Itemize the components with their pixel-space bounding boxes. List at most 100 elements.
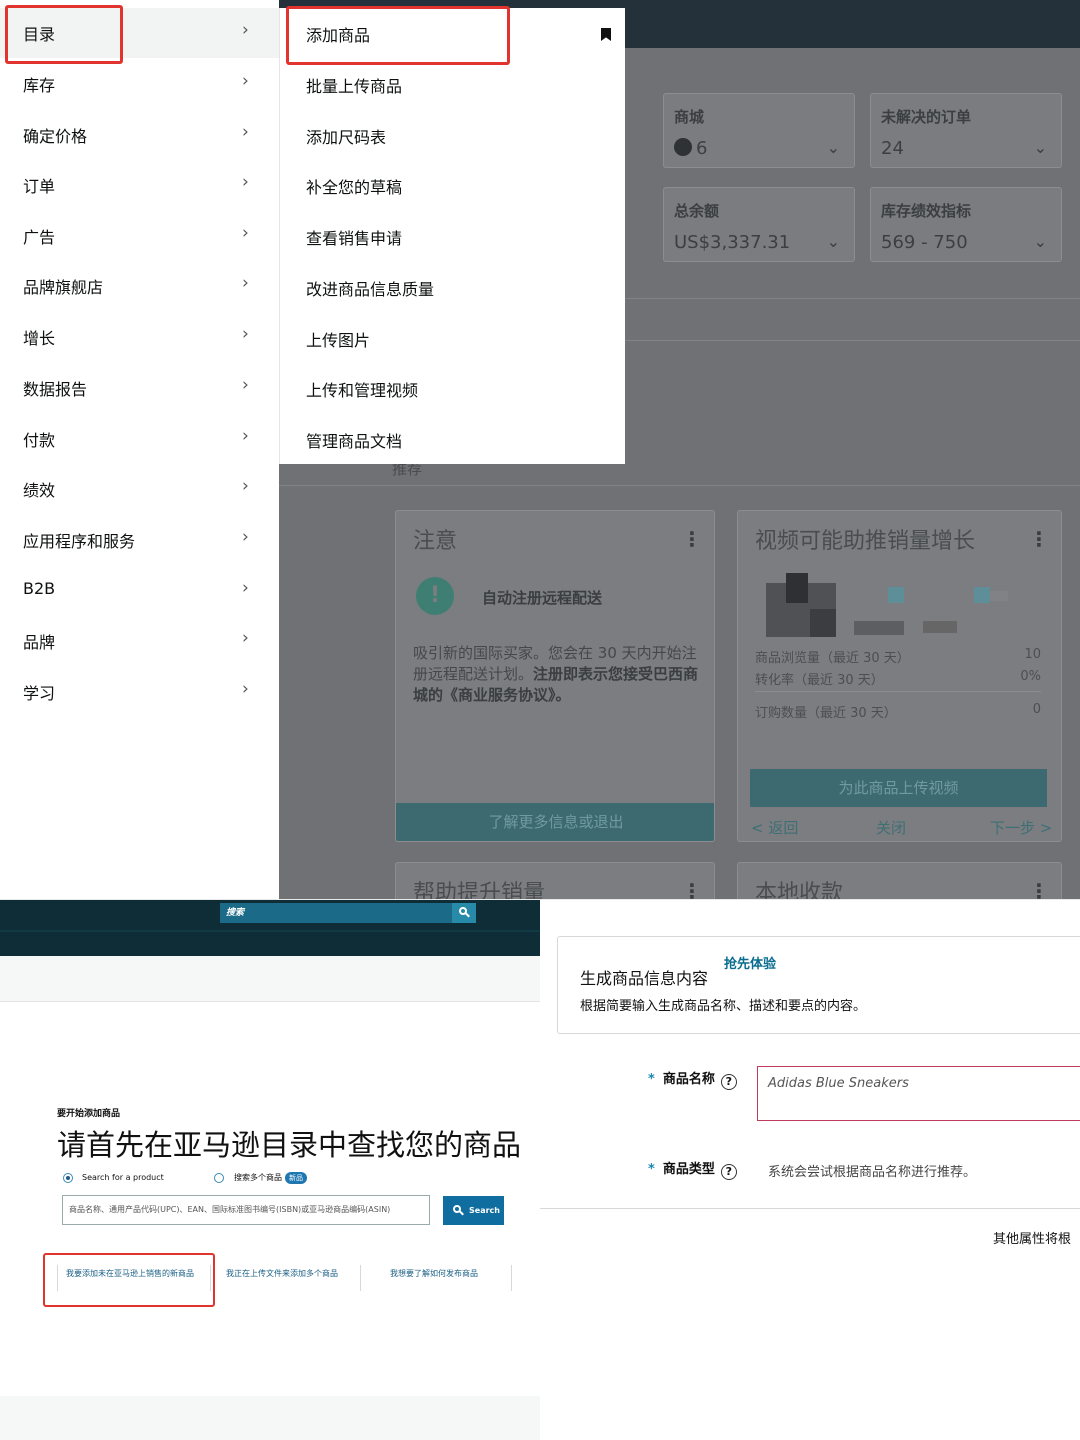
local-payments-card: 本地收款 ⋮ [737,862,1062,900]
metric-label: 总余额 [674,202,720,220]
search-input[interactable]: 搜索 [220,903,452,923]
search-button[interactable] [452,903,476,923]
submenu-bulk-upload[interactable]: 批量上传商品 [280,59,626,109]
search-single-radio[interactable] [63,1173,73,1183]
product-name-label: * 商品名称? [648,1068,737,1090]
alert-icon: ! [416,577,454,615]
chevron-down-icon: ⌄ [826,138,840,157]
back-link[interactable]: < 返回 [751,817,798,838]
product-type-hint: 系统会尝试根据商品名称进行推荐。 [768,1165,977,1180]
more-options-icon[interactable]: ⋮ [682,527,702,551]
divider [511,1265,512,1291]
metric-value: 6 [674,138,707,159]
notice-card: 注意 ⋮ ! 自动注册远程配送 吸引新的国际买家。您会在 30 天内开始注册远程… [395,510,715,842]
menu-item-b2b[interactable]: B2B › [0,566,279,616]
main-navigation-menu: 目录 › 库存 › 确定价格 › 订单 › 广告 › 品牌旗舰店 › 增长 › 数据报告 › 付… [0,0,279,900]
more-options-icon[interactable]: ⋮ [1029,527,1049,551]
metric-card-open-orders[interactable]: 未解决的订单 24 ⌄ [870,93,1062,168]
menu-item-orders[interactable]: 订单 › [0,160,279,210]
learn-listing-link[interactable]: 我想要了解如何发布商品 [390,1268,478,1279]
search-icon [453,1205,461,1213]
chevron-right-icon: › [242,122,249,142]
notice-body: 吸引新的国际买家。您会在 30 天内开始注册远程配送计划。注册即表示您接受巴西商… [413,644,699,704]
product-type-label: * 商品类型? [648,1158,737,1180]
banner-title: 生成商品信息内容 [580,969,709,988]
stat-value: 0 [1032,702,1041,717]
search-multiple-radio[interactable] [214,1173,224,1183]
card-title: 帮助提升销量 [413,881,546,900]
chevron-right-icon: › [242,476,249,496]
menu-item-advertising[interactable]: 广告 › [0,211,279,261]
highlight-box [43,1253,215,1307]
menu-item-reports[interactable]: 数据报告 › [0,363,279,413]
menu-item-brand-stores[interactable]: 品牌旗舰店 › [0,261,279,311]
chevron-right-icon: › [242,273,249,293]
banner-description: 根据简要输入生成商品名称、描述和要点的内容。 [580,999,867,1014]
chevron-right-icon: › [242,628,249,648]
metric-card-balance[interactable]: 总余额 US$3,337.31 ⌄ [663,187,855,262]
new-badge: 新品 [285,1172,307,1184]
add-product-page: 搜索 要开始添加商品 请首先在亚马逊目录中查找您的商品 Search for a… [0,900,540,1440]
next-link[interactable]: 下一步 > [990,817,1052,838]
search-icon [459,907,467,915]
product-name-input[interactable]: Adidas Blue Sneakers [757,1066,1080,1121]
submenu-view-selling-applications[interactable]: 查看销售申请 [280,211,626,261]
submenu-improve-listing-quality[interactable]: 改进商品信息质量 [280,262,626,312]
chevron-right-icon: › [242,426,249,446]
menu-item-learn[interactable]: 学习 › [0,667,279,717]
divider [0,930,540,932]
seller-central-menu-screen: 推荐 商城 6 ⌄ 未解决的订单 24 ⌄ 总余额 US$3,337.31 ⌄ … [0,0,1080,900]
stat-label: 商品浏览量（最近 30 天） [755,651,910,666]
chevron-down-icon: ⌄ [1033,138,1047,157]
video-promo-card: 视频可能助推销量增长 ⋮ 商品浏览量（最近 30 天） 10 转化率（最近 30… [737,510,1062,842]
stat-value: 10 [1024,647,1041,662]
more-options-icon[interactable]: ⋮ [1029,879,1049,900]
card-title: 本地收款 [755,881,844,900]
learn-more-button[interactable]: 了解更多信息或退出 [396,803,714,841]
divider [360,1265,361,1291]
generate-listing-page: 生成商品信息内容 抢先体验 根据简要输入生成商品名称、描述和要点的内容。 * 商品… [540,900,1080,1440]
chevron-right-icon: › [242,172,249,192]
chevron-right-icon: › [242,578,249,598]
metric-card-marketplace[interactable]: 商城 6 ⌄ [663,93,855,168]
early-access-badge: 抢先体验 [724,957,777,972]
catalog-submenu: 添加商品 批量上传商品 添加尺码表 补全您的草稿 查看销售申请 改进商品信息质量… [279,6,626,464]
metric-label: 商城 [674,108,705,126]
highlight-box [5,5,123,64]
chevron-right-icon: › [242,375,249,395]
top-navigation-bar: 搜索 [0,900,540,956]
menu-item-brands[interactable]: 品牌 › [0,616,279,666]
upload-video-button[interactable]: 为此商品上传视频 [750,769,1047,807]
menu-item-payments[interactable]: 付款 › [0,414,279,464]
chevron-right-icon: › [242,324,249,344]
help-icon[interactable]: ? [720,1164,737,1180]
help-icon[interactable]: ? [720,1074,737,1090]
stat-value: 0% [1020,669,1041,684]
metric-card-inventory-performance[interactable]: 库存绩效指标 569 - 750 ⌄ [870,187,1062,262]
chevron-down-icon: ⌄ [1033,232,1047,251]
card-title: 视频可能助推销量增长 [755,529,976,554]
other-attributes-text: 其他属性将根 [993,1232,1072,1247]
submenu-manage-documents[interactable]: 管理商品文档 [280,414,626,464]
upload-file-link[interactable]: 我正在上传文件来添加多个商品 [226,1268,338,1279]
menu-item-growth[interactable]: 增长 › [0,312,279,362]
submenu-add-size-chart[interactable]: 添加尺码表 [280,110,626,160]
chevron-right-icon: › [242,527,249,547]
divider [755,691,1041,692]
submenu-complete-drafts[interactable]: 补全您的草稿 [280,160,626,210]
metric-label: 未解决的订单 [881,108,972,126]
submenu-manage-videos[interactable]: 上传和管理视频 [280,363,626,413]
search-button[interactable]: Search [443,1196,504,1225]
product-search-input[interactable]: 商品名称、通用产品代码(UPC)、EAN、国际标准图书编号(ISBN)或亚马逊商… [62,1195,430,1225]
menu-item-pricing[interactable]: 确定价格 › [0,110,279,160]
close-link[interactable]: 关闭 [876,817,906,838]
menu-item-apps-services[interactable]: 应用程序和服务 › [0,515,279,565]
submenu-upload-images[interactable]: 上传图片 [280,313,626,363]
bookmark-icon[interactable] [601,28,611,41]
more-options-icon[interactable]: ⋮ [682,879,702,900]
menu-item-inventory[interactable]: 库存 › [0,59,279,109]
menu-item-performance[interactable]: 绩效 › [0,464,279,514]
metric-value: 24 [881,138,904,159]
card-title: 注意 [413,529,458,554]
notice-heading: 自动注册远程配送 [482,589,603,607]
